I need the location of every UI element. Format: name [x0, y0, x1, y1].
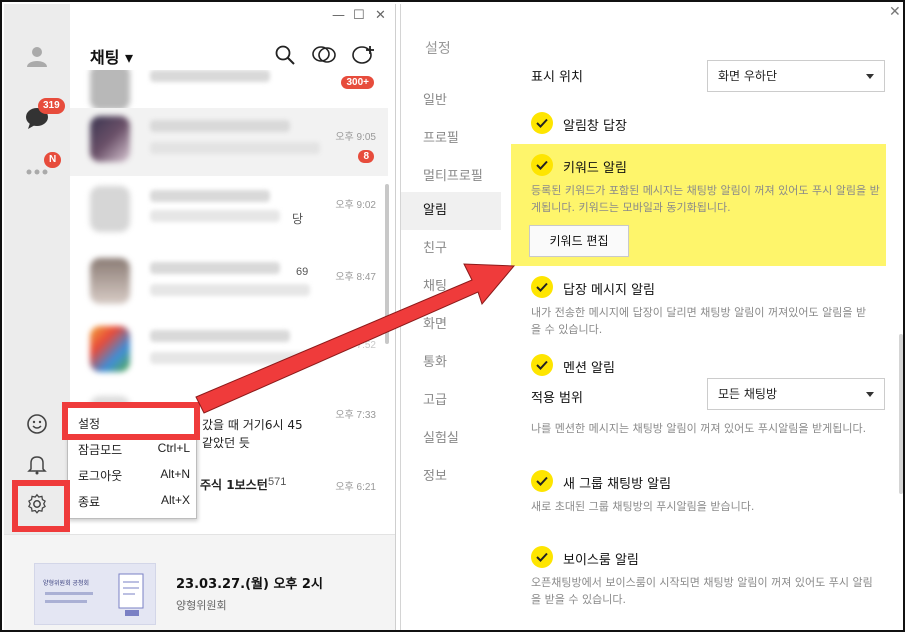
screenshot-frame: 319 N — ☐ ✕ 채팅 ▾ 300+ 오후 9:05 8 오후 9:02 … — [0, 0, 905, 632]
annotation-arrow — [195, 263, 516, 414]
